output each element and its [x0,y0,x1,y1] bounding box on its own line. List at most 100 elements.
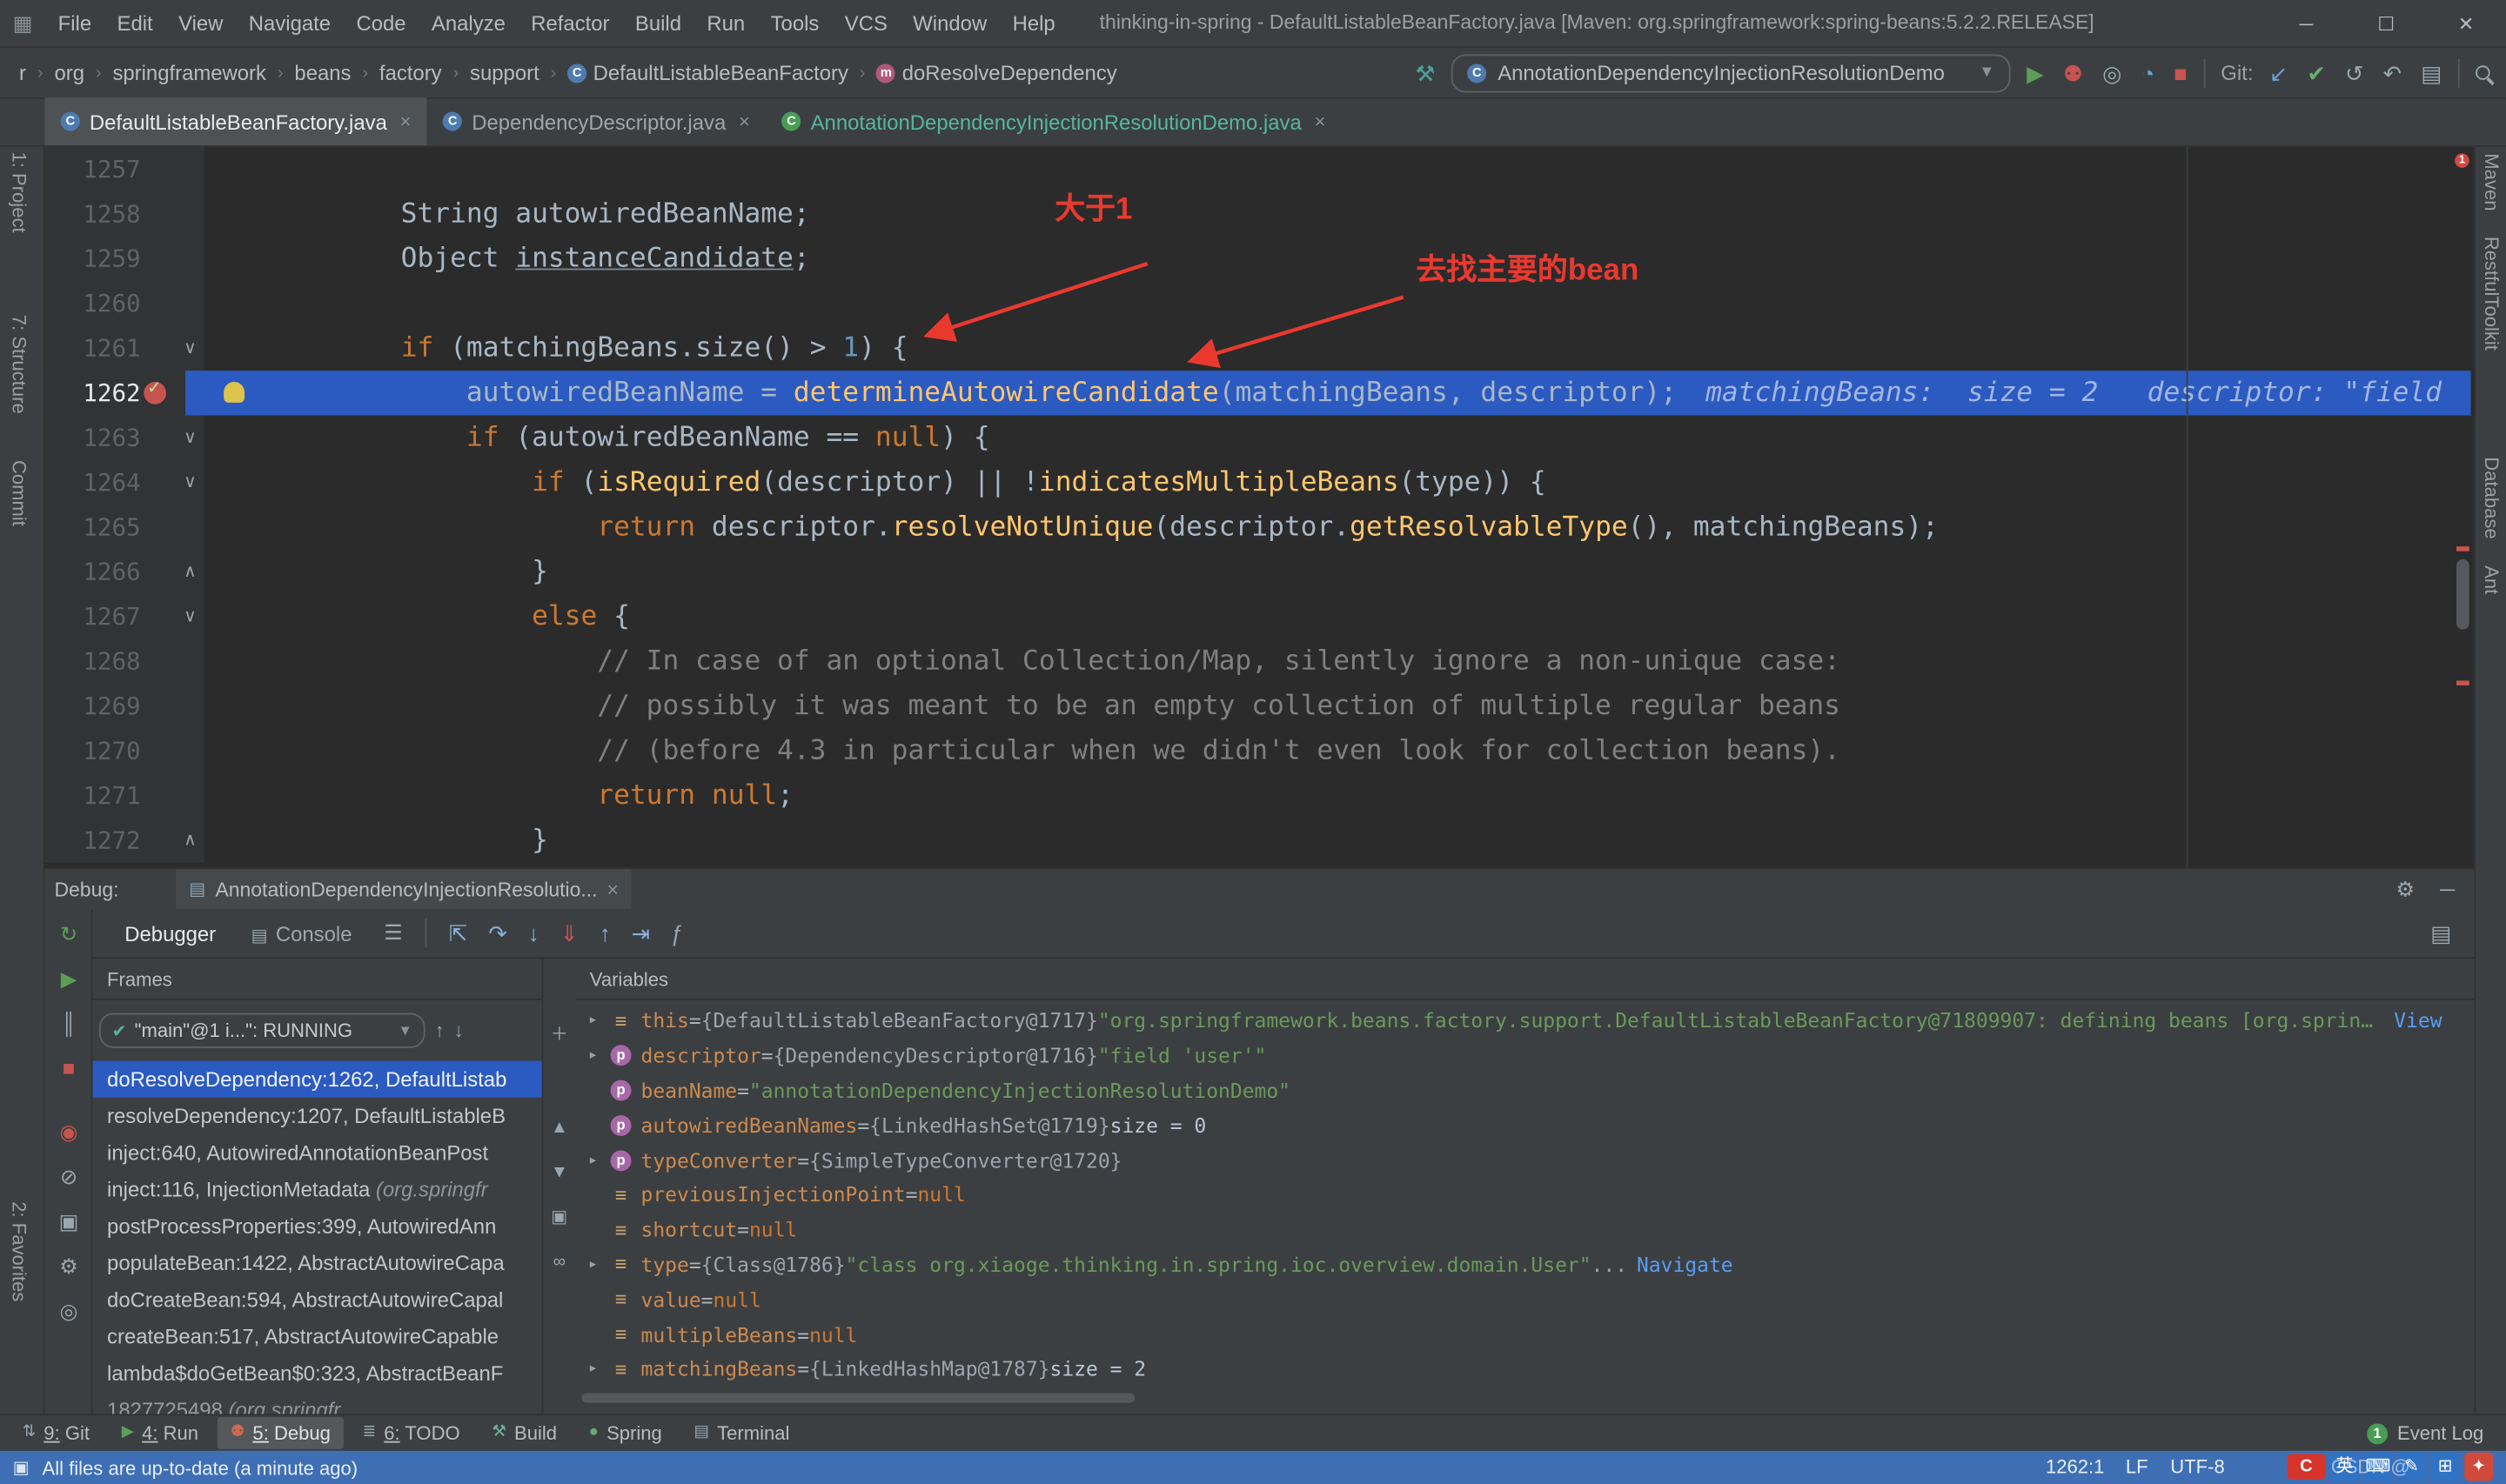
stop-icon[interactable]: ■ [2174,60,2188,85]
maximize-button[interactable]: ☐ [2346,0,2426,48]
file-encoding[interactable]: UTF-8 [2170,1455,2224,1478]
stack-frame[interactable]: postProcessProperties:399, AutowiredAnn [93,1208,542,1245]
breadcrumb-item[interactable]: org [51,59,88,86]
update-icon[interactable]: ↙ [2269,60,2288,85]
close-icon[interactable]: × [607,878,619,900]
tool-button-terminal[interactable]: ▤ Terminal [681,1417,802,1449]
code-line-1268[interactable]: 1268 // In case of an optional Collectio… [44,638,2470,685]
add-watch-icon[interactable]: ＋ [543,1023,575,1048]
stack-frame[interactable]: populateBean:1422, AbstractAutowireCapa [93,1245,542,1281]
code-text[interactable]: } [204,818,2470,862]
scroll-down-icon[interactable]: ▼ [543,1160,575,1185]
tool-button-spring[interactable]: ● Spring [576,1417,674,1449]
menu-build[interactable]: Build [622,8,694,38]
stack-frame[interactable]: inject:640, AutowiredAnnotationBeanPost [93,1134,542,1171]
variable-row[interactable]: ▸ ≡ matchingBeans = {LinkedHashMap@1787} s… [575,1352,2474,1387]
tool-button-build[interactable]: ⚒ Build [479,1417,570,1449]
breadcrumb-item[interactable]: springframework [110,59,270,86]
fold-marker-icon[interactable]: ∨ [184,416,197,460]
caret-position[interactable]: 1262:1 [2046,1455,2104,1478]
code-line-1271[interactable]: 1271 return null; [44,772,2470,819]
breadcrumb-item[interactable]: m doResolveDependency [874,59,1121,86]
stack-frame[interactable]: doCreateBean:594, AbstractAutowireCapal [93,1281,542,1318]
rollback-icon[interactable]: ↶ [2383,60,2402,85]
variable-row[interactable]: ≡ value = null [575,1282,2474,1317]
stripe-favorites[interactable]: 2: Favorites [8,1201,30,1301]
code-text[interactable]: return descriptor.resolveNotUnique(descr… [204,505,2470,549]
close-button[interactable]: ✕ [2426,0,2506,48]
thread-dump-icon[interactable]: ▣ [44,1209,92,1234]
build-hammer-icon[interactable]: ⚒ [1415,60,1435,85]
stripe-ant[interactable]: Ant [2481,565,2503,594]
todo-icon[interactable]: ≣ [363,1420,376,1446]
menu-analyze[interactable]: Analyze [419,8,518,38]
code-text[interactable]: } [204,550,2470,594]
settings-gear-icon[interactable]: ⚙ [2395,876,2414,901]
frame-up-icon[interactable]: ↑ [435,1019,445,1042]
menu-view[interactable]: View [165,8,236,38]
stack-frame[interactable]: createBean:517, AbstractAutowireCapable [93,1318,542,1354]
gutter-1267[interactable]: 1267 ∨ [44,594,205,639]
code-text[interactable]: String autowiredBeanName; [204,191,2470,236]
error-stripe-mark[interactable] [2456,680,2469,685]
gutter-1266[interactable]: 1266 ∧ [44,549,205,595]
step-out-icon[interactable]: ↑ [600,920,611,946]
code-text[interactable]: // (before 4.3 in particular when we did… [204,729,2470,773]
gutter-1260[interactable]: 1260 [44,281,205,326]
breadcrumb-item[interactable]: C DefaultListableBeanFactory [565,59,852,86]
fold-end-marker-icon[interactable]: ∧ [184,550,197,594]
pause-icon[interactable]: ║ [44,1012,92,1037]
fold-marker-icon[interactable]: ∨ [184,326,197,371]
coverage-icon[interactable]: ◎ [2102,60,2121,85]
gutter-1270[interactable]: 1270 [44,728,205,773]
build-icon[interactable]: ⚒ [492,1420,506,1446]
close-icon[interactable]: × [1314,110,1325,133]
code-text[interactable]: autowiredBeanName = determineAutowireCan… [204,371,2470,415]
code-text[interactable]: else { [204,594,2470,638]
expand-arrow-icon[interactable]: ▸ [588,1360,611,1378]
line-separator[interactable]: LF [2126,1455,2148,1478]
stripe-project[interactable]: 1: Project [8,151,30,232]
run-sw-icon[interactable]: ▶ [122,1420,134,1446]
gutter-1269[interactable]: 1269 [44,684,205,729]
stripe-commit[interactable]: Commit [8,460,30,526]
gutter-1261[interactable]: 1261 ∨ [44,325,205,371]
view-breakpoints-icon[interactable]: ◉ [44,1120,92,1146]
run-config-select[interactable]: C AnnotationDependencyInjectionResolutio… [1451,53,2011,92]
variable-row[interactable]: ▸ p typeConverter = {SimpleTypeConverter@1… [575,1143,2474,1178]
stop-icon[interactable]: ■ [44,1056,92,1081]
code-line-1272[interactable]: 1272 ∧ } [44,818,2470,863]
debug-tab-console[interactable]: ▤ Console [242,918,362,948]
run-icon[interactable]: ▶ [2027,60,2044,85]
code-text[interactable]: return null; [204,773,2470,818]
editor-tab[interactable]: C AnnotationDependencyInjectionResolution… [766,97,1342,145]
step-into-icon[interactable]: ↓ [528,920,539,946]
code-line-1262[interactable]: 1262 ✓ autowiredBeanName = determineAutow… [44,371,2471,416]
stack-frame[interactable]: resolveDependency:1207, DefaultListableB [93,1098,542,1134]
code-text[interactable]: if (autowiredBeanName == null) { [204,416,2470,460]
code-line-1269[interactable]: 1269 // possibly it was meant to be an e… [44,684,2470,729]
tool-button-debug[interactable]: ⚉ 5: Debug [218,1417,344,1449]
stack-frame[interactable]: doResolveDependency:1262, DefaultListab [92,1060,542,1098]
code-line-1263[interactable]: 1263 ∨ if (autowiredBeanName == null) { [44,415,2470,460]
show-execution-point-icon[interactable]: ⇱ [449,920,468,946]
code-line-1258[interactable]: 1258 String autowiredBeanName; [44,191,2470,237]
fold-marker-icon[interactable]: ∨ [184,460,197,505]
breadcrumb-item[interactable]: factory [376,59,445,86]
gutter-1259[interactable]: 1259 [44,236,205,282]
variable-row[interactable]: ≡ shortcut = null [575,1213,2474,1247]
tool-button-git[interactable]: ⇅ 9: Git [10,1417,103,1449]
step-over-icon[interactable]: ↷ [488,920,507,946]
gutter-1268[interactable]: 1268 [44,638,205,685]
copy-frames-icon[interactable]: ▣ [543,1205,575,1230]
intention-bulb-icon[interactable] [224,381,245,403]
gutter-1264[interactable]: 1264 ∨ [44,459,205,505]
stack-frame[interactable]: inject:116, InjectionMetadata (org.sprin… [93,1171,542,1207]
view-link[interactable]: View [2394,1009,2442,1033]
editor-tab[interactable]: C DependencyDescriptor.java × [427,97,766,145]
menu-file[interactable]: File [45,8,104,38]
variable-row[interactable]: p autowiredBeanNames = {LinkedHashSet@171… [575,1108,2474,1143]
debug-icon[interactable]: ⚉ [2063,60,2083,85]
code-line-1265[interactable]: 1265 return descriptor.resolveNotUnique(… [44,505,2470,550]
expand-arrow-icon[interactable]: ▸ [588,1046,611,1064]
